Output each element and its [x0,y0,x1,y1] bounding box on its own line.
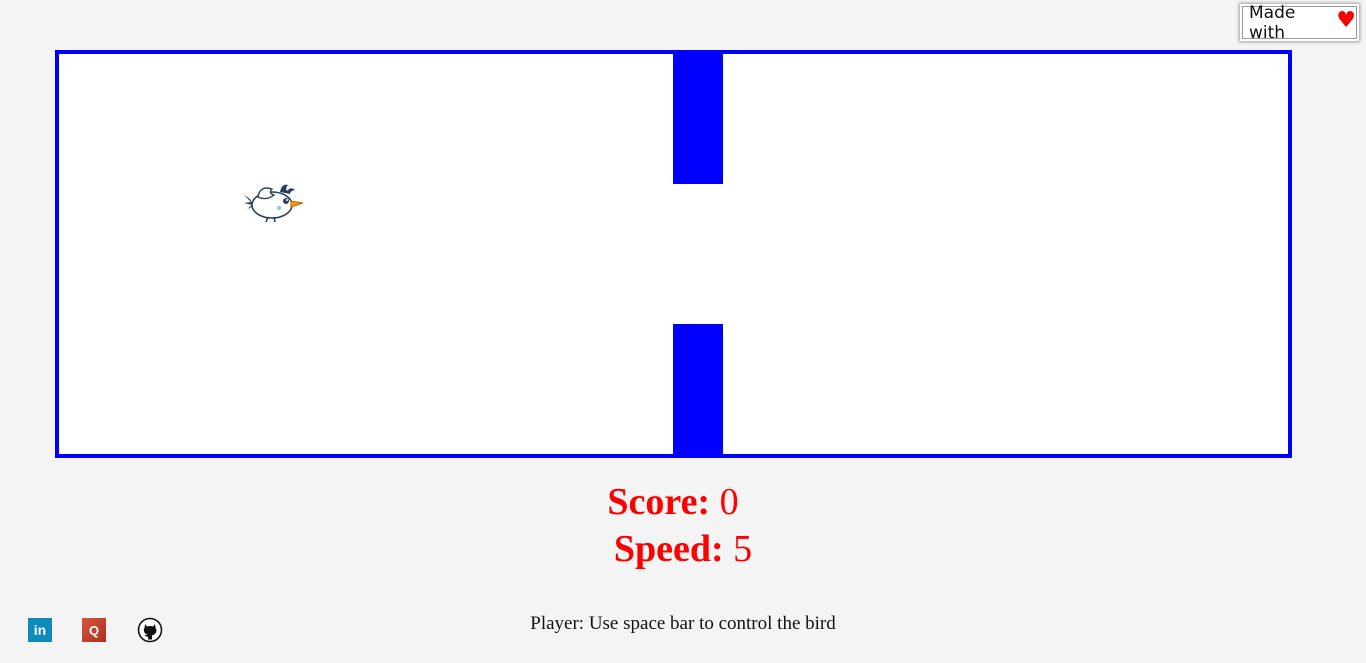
github-icon[interactable] [137,617,163,643]
speed-label: Speed: [613,528,724,570]
score-display: Score: 0 [0,483,1366,521]
score-value: 0 [719,481,739,523]
instructions-text: Player: Use space bar to control the bir… [530,613,836,634]
score-label: Score: [607,481,711,523]
top-pipe [673,54,723,184]
bird-sprite [244,184,304,223]
speed-value: 5 [733,528,753,570]
linkedin-icon[interactable]: in [28,618,52,642]
linkedin-label: in [33,622,47,638]
quora-label: Q [88,622,100,638]
made-with-label: Made with [1249,2,1296,43]
game-canvas[interactable] [55,50,1292,458]
heart-icon: ♥ [1336,7,1356,33]
quora-icon[interactable]: Q [82,618,106,642]
made-with-badge[interactable]: Made with ♥ [1242,3,1357,43]
bottom-pipe [673,324,723,454]
speed-display: Speed: 5 [0,530,1366,568]
